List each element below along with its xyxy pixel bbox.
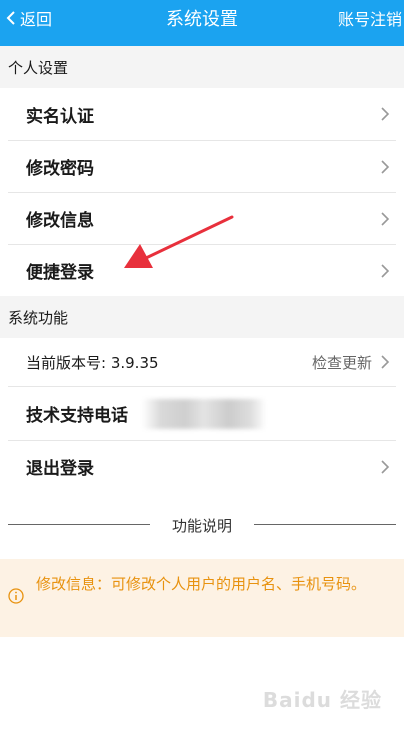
annotation-arrow-icon bbox=[124, 215, 234, 268]
watermark: Baidu 经验 bbox=[262, 688, 382, 712]
